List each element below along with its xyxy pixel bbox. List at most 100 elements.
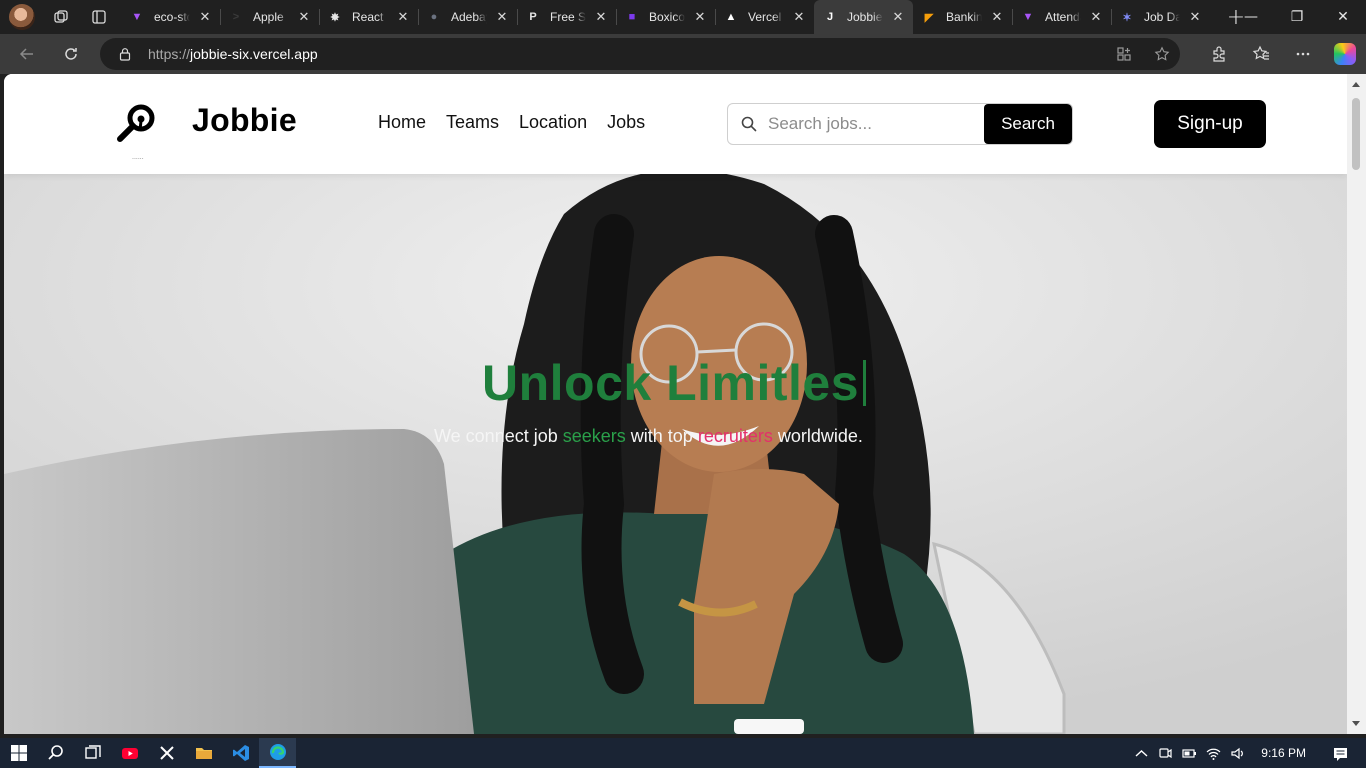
favorites-icon[interactable] xyxy=(1240,34,1282,74)
tab-label: Banking xyxy=(946,10,982,24)
avatar-icon: ● xyxy=(430,11,438,23)
volume-icon[interactable] xyxy=(1225,738,1249,768)
windows-taskbar: 9:16 PM xyxy=(0,738,1366,768)
app-available-icon[interactable] xyxy=(1116,46,1132,62)
profile-avatar[interactable] xyxy=(9,4,35,30)
tab-label: Free Stock xyxy=(550,10,586,24)
address-bar[interactable]: https://jobbie-six.vercel.app xyxy=(100,38,1180,70)
job-search-box: Search xyxy=(727,103,1073,145)
refresh-button[interactable] xyxy=(54,37,88,71)
close-tab-icon[interactable]: ✕ xyxy=(198,9,212,24)
logo-caption: ...... xyxy=(132,154,144,161)
tab-label: Apple xyxy=(253,10,284,24)
page-viewport: ...... Jobbie Home Teams Location Jobs S… xyxy=(4,74,1347,734)
close-tab-icon[interactable]: ✕ xyxy=(990,9,1004,24)
windows-start-icon[interactable] xyxy=(0,738,37,768)
close-tab-icon[interactable]: ✕ xyxy=(792,9,806,24)
battery-icon[interactable] xyxy=(1177,738,1201,768)
hero-background-photo xyxy=(4,174,1347,734)
main-nav: Home Teams Location Jobs xyxy=(378,112,645,133)
search-button[interactable]: Search xyxy=(984,104,1072,144)
highlight-seekers: seekers xyxy=(562,426,626,446)
site-header: ...... Jobbie Home Teams Location Jobs S… xyxy=(4,74,1347,174)
nav-location[interactable]: Location xyxy=(519,112,587,133)
extensions-icon[interactable] xyxy=(1198,34,1240,74)
nav-home[interactable]: Home xyxy=(378,112,426,133)
close-tab-icon[interactable]: ✕ xyxy=(1188,9,1202,24)
browser-tab[interactable]: J Jobbie ✕ xyxy=(814,0,913,34)
close-tab-icon[interactable]: ✕ xyxy=(297,9,311,24)
more-options-icon[interactable] xyxy=(1282,34,1324,74)
search-icon[interactable] xyxy=(37,738,74,768)
browser-tab[interactable]: ✸ React ✕ xyxy=(319,0,418,34)
brand-name[interactable]: Jobbie xyxy=(192,102,297,139)
close-tab-icon[interactable]: ✕ xyxy=(396,9,410,24)
nav-jobs[interactable]: Jobs xyxy=(607,112,645,133)
lock-icon[interactable] xyxy=(118,47,132,61)
browser-tab[interactable]: ▼ Attendance ✕ xyxy=(1012,0,1111,34)
vscode-icon[interactable] xyxy=(222,738,259,768)
scroll-up-arrow[interactable] xyxy=(1352,82,1360,87)
hero-subtitle: We connect job seekers with top recruite… xyxy=(434,426,863,446)
back-button[interactable] xyxy=(10,37,44,71)
browser-tab[interactable]: ✶ Job Dashboard ✕ xyxy=(1111,0,1210,34)
jobbie-icon: J xyxy=(826,11,834,23)
tab-label: Vercel xyxy=(748,10,782,24)
openai-icon: ✸ xyxy=(330,11,340,24)
tab-label: Adebayo xyxy=(451,10,487,24)
taskbar-clock[interactable]: 9:16 PM xyxy=(1261,746,1306,760)
url-text[interactable]: https://jobbie-six.vercel.app xyxy=(148,46,318,62)
vite-icon: ▼ xyxy=(131,11,143,23)
browser-tab[interactable]: ◤ Banking ✕ xyxy=(913,0,1012,34)
box-icon: ■ xyxy=(628,11,636,23)
scroll-thumb[interactable] xyxy=(1352,98,1360,170)
close-tab-icon[interactable]: ✕ xyxy=(1089,9,1103,24)
search-icon xyxy=(741,116,757,132)
x-icon[interactable] xyxy=(148,738,185,768)
copilot-icon[interactable] xyxy=(1324,34,1366,74)
browser-tab[interactable]: ■ Boxicons ✕ xyxy=(616,0,715,34)
vercel-icon: ▲ xyxy=(725,11,737,23)
tab-label: Job Dashboard xyxy=(1144,10,1180,24)
minimize-icon[interactable]: — xyxy=(1228,0,1274,34)
edge-icon[interactable] xyxy=(259,738,296,768)
browser-tab[interactable]: P Free Stock ✕ xyxy=(517,0,616,34)
chevron-up-icon[interactable] xyxy=(1129,738,1153,768)
restore-icon[interactable]: ❐ xyxy=(1274,0,1320,34)
terminal-icon: > xyxy=(232,11,240,23)
hero-title: Unlock Limitles xyxy=(482,354,867,412)
close-tab-icon[interactable]: ✕ xyxy=(594,9,608,24)
close-window-icon[interactable]: ✕ xyxy=(1320,0,1366,34)
task-view-icon[interactable] xyxy=(74,738,111,768)
banking-icon: ◤ xyxy=(924,11,934,24)
search-input[interactable] xyxy=(768,114,973,134)
close-tab-icon[interactable]: ✕ xyxy=(693,9,707,24)
tab-label: Jobbie xyxy=(847,10,883,24)
magnifier-logo-icon[interactable] xyxy=(114,102,158,146)
nav-teams[interactable]: Teams xyxy=(446,112,499,133)
browser-tab[interactable]: ▲ Vercel ✕ xyxy=(715,0,814,34)
meet-now-icon[interactable] xyxy=(1153,738,1177,768)
star-icon: ✶ xyxy=(1122,11,1132,24)
vertical-tabs-icon[interactable] xyxy=(87,5,111,29)
close-tab-icon[interactable]: ✕ xyxy=(495,9,509,24)
highlight-recruiters: recruiters xyxy=(697,426,773,446)
favorite-star-icon[interactable] xyxy=(1154,46,1170,62)
page-scrollbar[interactable] xyxy=(1347,74,1366,734)
browser-tab[interactable]: ● Adebayo ✕ xyxy=(418,0,517,34)
notifications-icon[interactable] xyxy=(1328,738,1352,768)
address-toolbar: https://jobbie-six.vercel.app xyxy=(0,34,1366,74)
browser-tab[interactable]: ▼ eco-store ✕ xyxy=(121,0,220,34)
tab-list: ▼ eco-store ✕ > Apple ✕ ✸ React ✕ ● Adebayo ✕ P Free … xyxy=(121,0,1210,34)
tab-label: Boxicons xyxy=(649,10,685,24)
workspaces-icon[interactable] xyxy=(49,5,73,29)
wifi-icon[interactable] xyxy=(1201,738,1225,768)
browser-tab-strip: ▼ eco-store ✕ > Apple ✕ ✸ React ✕ ● Adebayo ✕ P Free … xyxy=(0,0,1366,34)
file-explorer-icon[interactable] xyxy=(185,738,222,768)
browser-tab[interactable]: > Apple ✕ xyxy=(220,0,319,34)
tab-label: eco-store xyxy=(154,10,190,24)
close-tab-icon[interactable]: ✕ xyxy=(891,9,905,24)
scroll-down-arrow[interactable] xyxy=(1352,721,1360,726)
signup-button[interactable]: Sign-up xyxy=(1154,100,1266,148)
youtube-icon[interactable] xyxy=(111,738,148,768)
